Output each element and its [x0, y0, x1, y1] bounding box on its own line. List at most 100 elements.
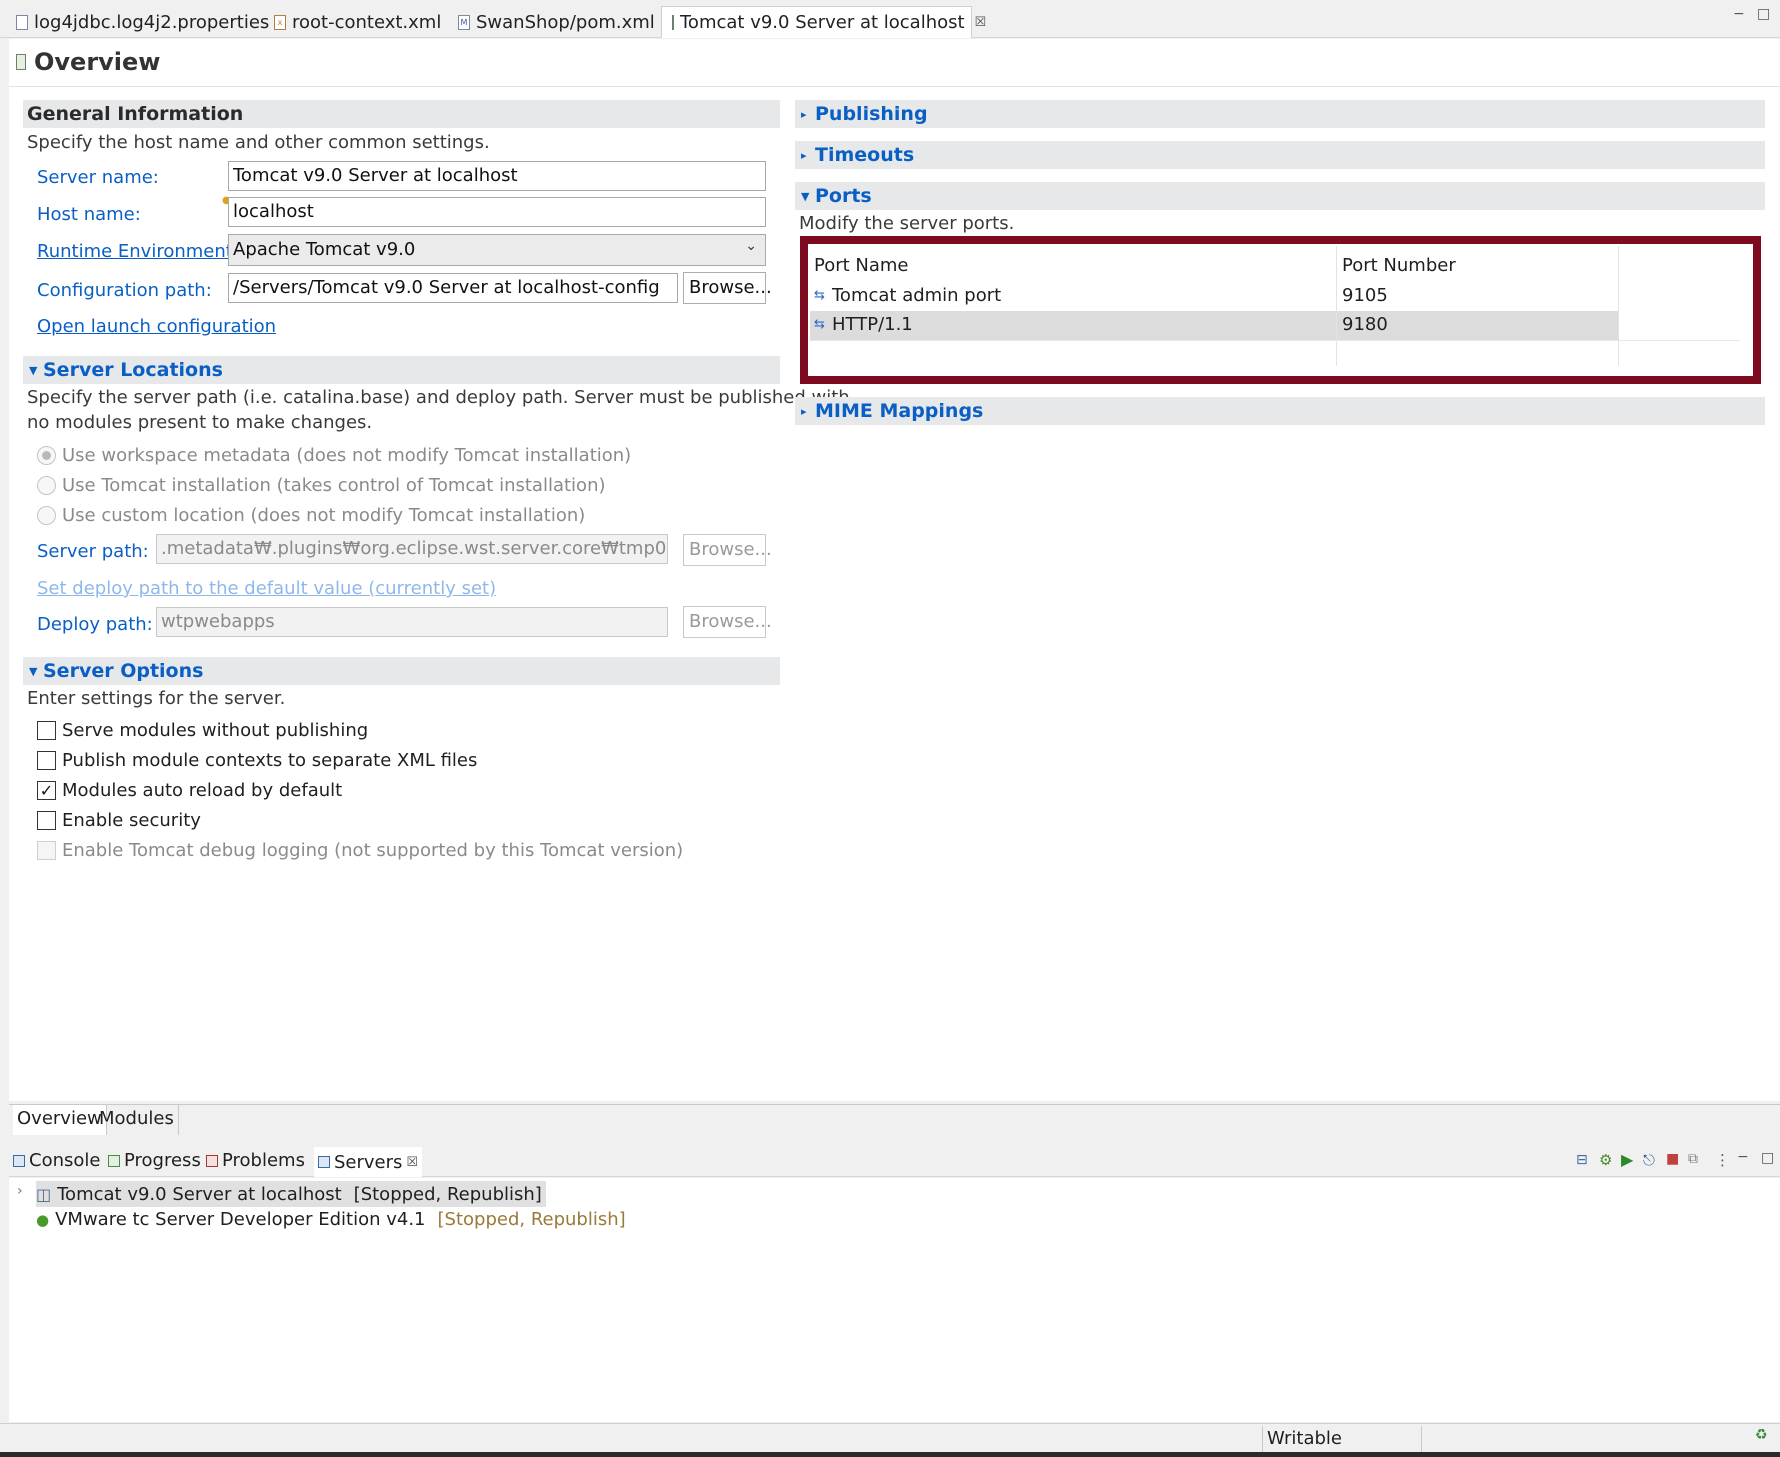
tab-label: Progress [124, 1150, 201, 1171]
section-title: General Information [27, 103, 244, 125]
section-title: MIME Mappings [815, 400, 984, 422]
set-deploy-path-default-link[interactable]: Set deploy path to the default value (cu… [37, 578, 496, 599]
checkbox-label: Serve modules without publishing [62, 720, 369, 741]
expand-arrow-icon[interactable]: › [17, 1183, 23, 1199]
table-row[interactable]: ⇆ Tomcat admin port 9105 [810, 282, 1750, 311]
table-row[interactable]: ⇆ HTTP/1.1 9180 [810, 311, 1618, 340]
server-path-browse-button[interactable]: Browse... [683, 534, 772, 566]
tab-problems[interactable]: Problems [206, 1150, 305, 1171]
minimize-icon[interactable]: − [1733, 6, 1745, 22]
timeouts-header[interactable]: ▸ Timeouts [795, 141, 1765, 169]
radio-use-custom-location[interactable]: Use custom location (does not modify Tom… [37, 505, 585, 526]
column-header-port-number[interactable]: Port Number [1342, 255, 1456, 276]
tab-servers[interactable]: Servers ☒ [314, 1147, 423, 1177]
start-server-icon[interactable]: ▶ [1621, 1150, 1633, 1169]
column-header-port-name[interactable]: Port Name [814, 255, 909, 276]
tab-label: Tomcat v9.0 Server at localhost [680, 12, 965, 33]
ports-description: Modify the server ports. [799, 213, 1015, 234]
mime-mappings-header[interactable]: ▸ MIME Mappings [795, 397, 1765, 425]
radio-use-tomcat-installation[interactable]: Use Tomcat installation (takes control o… [37, 475, 606, 496]
publishing-header[interactable]: ▸ Publishing [795, 100, 1765, 128]
page-title: Overview [16, 48, 160, 76]
ports-header[interactable]: ▼ Ports [795, 182, 1765, 210]
tab-progress[interactable]: Progress [108, 1150, 201, 1171]
expanded-arrow-icon: ▼ [29, 664, 38, 678]
problems-icon [206, 1154, 218, 1167]
server-name-label: Server name: [37, 167, 159, 188]
tab-root-context[interactable]: x root-context.xml [264, 6, 451, 38]
serve-modules-without-publishing-checkbox[interactable]: Serve modules without publishing [37, 720, 368, 741]
server-name: VMware tc Server Developer Edition v4.1 [55, 1209, 426, 1230]
debug-server-icon[interactable]: ⚙ [1599, 1151, 1612, 1169]
checkbox-label: Modules auto reload by default [62, 780, 343, 801]
view-menu-icon[interactable]: ⋮ [1715, 1151, 1730, 1169]
radio-label: Use Tomcat installation (takes control o… [62, 475, 606, 496]
open-launch-configuration-link[interactable]: Open launch configuration [37, 316, 276, 337]
column-divider [1336, 246, 1337, 366]
deploy-path-field[interactable]: wtpwebapps [156, 607, 668, 637]
enable-security-checkbox[interactable]: Enable security [37, 810, 201, 831]
server-icon [16, 54, 26, 70]
maximize-icon[interactable]: □ [1761, 1150, 1774, 1166]
tab-log4jdbc-properties[interactable]: log4jdbc.log4j2.properties [6, 6, 279, 38]
tab-label: Problems [222, 1150, 305, 1171]
radio-use-workspace-metadata[interactable]: Use workspace metadata (does not modify … [37, 445, 631, 466]
server-icon: ◫ [36, 1184, 52, 1204]
checkmark-icon: ✓ [37, 781, 56, 800]
server-row-vmware-tc[interactable]: ● VMware tc Server Developer Edition v4.… [36, 1209, 626, 1230]
notifications-icon[interactable]: ♻ [1755, 1427, 1768, 1443]
runtime-environment-select[interactable]: Apache Tomcat v9.0 ⌄ [228, 234, 766, 266]
port-number-cell[interactable]: 9180 [1342, 314, 1388, 335]
servers-icon [318, 1156, 330, 1168]
table-header-row: Port Name Port Number [810, 252, 1750, 281]
server-path-label: Server path: [37, 541, 149, 562]
section-title: Server Options [43, 660, 204, 682]
profile-server-icon[interactable]: ⎋ [1643, 1151, 1655, 1169]
progress-icon [108, 1154, 120, 1167]
server-path-field[interactable]: .metadata₩.plugins₩org.eclipse.wst.serve… [156, 534, 668, 564]
writable-status: Writable [1262, 1426, 1422, 1452]
server-row-tomcat[interactable]: ◫ Tomcat v9.0 Server at localhost [Stopp… [36, 1181, 546, 1207]
checkbox-label: Publish module contexts to separate XML … [62, 750, 478, 771]
close-icon[interactable]: ☒ [406, 1155, 418, 1170]
minimize-icon[interactable]: − [1737, 1149, 1749, 1165]
server-status: [Stopped, Republish] [353, 1183, 542, 1205]
tab-overview[interactable]: Overview [13, 1105, 107, 1135]
title-divider [9, 86, 1780, 87]
maximize-icon[interactable]: □ [1757, 6, 1770, 22]
runtime-environment-link[interactable]: Runtime Environment: [37, 241, 239, 262]
tab-modules[interactable]: Modules [95, 1105, 179, 1135]
views-tab-bar: Console Progress Problems Servers ☒ ⊟ ⚙ … [9, 1145, 1780, 1177]
editor-tab-bar: log4jdbc.log4j2.properties x root-contex… [0, 0, 1780, 38]
enable-tomcat-debug-logging-checkbox[interactable]: Enable Tomcat debug logging (not support… [37, 840, 683, 861]
port-icon: ⇆ [814, 317, 825, 332]
publish-module-contexts-checkbox[interactable]: Publish module contexts to separate XML … [37, 750, 477, 771]
server-locations-description-1: Specify the server path (i.e. catalina.b… [27, 387, 850, 408]
section-title: Ports [815, 185, 872, 207]
modules-auto-reload-checkbox[interactable]: ✓ Modules auto reload by default [37, 780, 342, 801]
radio-label: Use custom location (does not modify Tom… [62, 505, 586, 526]
collapsed-arrow-icon: ▸ [801, 404, 807, 418]
host-name-field[interactable]: localhost [228, 197, 766, 227]
configuration-browse-button[interactable]: Browse... [683, 272, 772, 304]
publish-icon[interactable]: ⧉ [1688, 1151, 1698, 1167]
collapse-all-icon[interactable]: ⊟ [1576, 1152, 1588, 1168]
port-name-cell: HTTP/1.1 [832, 314, 913, 335]
server-locations-header[interactable]: ▼ Server Locations [23, 356, 780, 384]
close-icon[interactable]: ☒ [975, 15, 987, 30]
stop-server-icon[interactable]: ■ [1666, 1151, 1679, 1167]
properties-file-icon [16, 14, 28, 30]
section-title: Publishing [815, 103, 928, 125]
tab-label: Console [29, 1150, 101, 1171]
checkbox-label: Enable Tomcat debug logging (not support… [62, 840, 684, 861]
radio-button [37, 446, 56, 465]
configuration-path-field[interactable]: /Servers/Tomcat v9.0 Server at localhost… [228, 273, 678, 303]
checkbox [37, 721, 56, 740]
server-options-header[interactable]: ▼ Server Options [23, 657, 780, 685]
server-name-field[interactable]: Tomcat v9.0 Server at localhost [228, 161, 766, 191]
tab-tomcat-server[interactable]: Tomcat v9.0 Server at localhost ☒ [661, 6, 986, 38]
port-number-cell[interactable]: 9105 [1342, 285, 1388, 306]
deploy-path-browse-button[interactable]: Browse... [683, 606, 772, 638]
tab-console[interactable]: Console [13, 1150, 100, 1171]
tab-pom-xml[interactable]: M SwanShop/pom.xml [448, 6, 665, 38]
